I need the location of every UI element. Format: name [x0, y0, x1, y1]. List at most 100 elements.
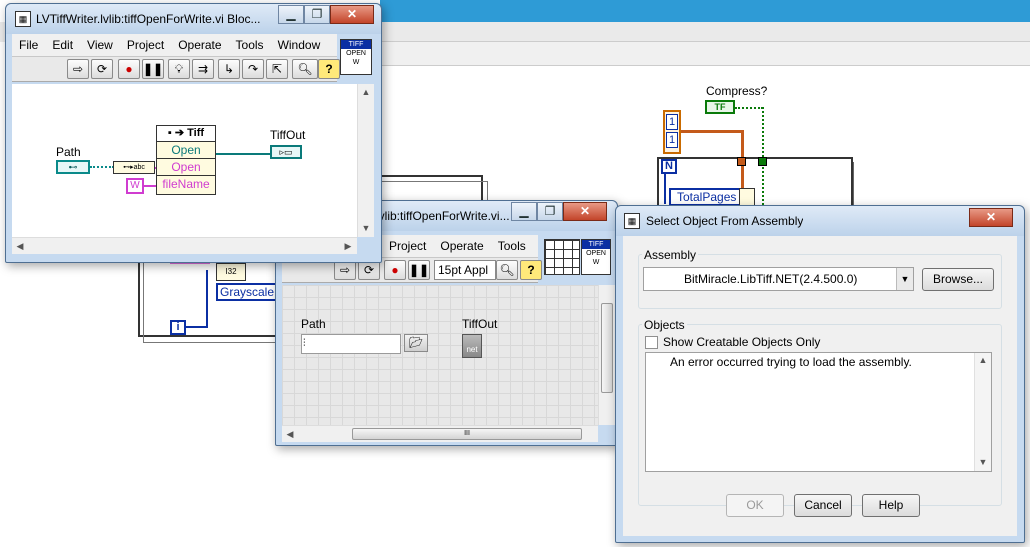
cancel-button[interactable]: Cancel — [794, 494, 852, 517]
hscroll-left-arrow-icon[interactable]: ◀ — [282, 429, 298, 440]
step-over-icon[interactable]: ↷ — [242, 59, 264, 79]
tree-up-arrow-icon[interactable]: ▲ — [975, 355, 991, 365]
hscroll-left-arrow-icon[interactable]: ◀ — [12, 241, 28, 252]
hscroll-right-arrow-icon[interactable]: ▶ — [340, 241, 356, 252]
font-selector[interactable]: 15pt Appl — [434, 260, 496, 280]
bool-constant[interactable]: TF — [705, 100, 735, 114]
objects-tree[interactable]: An error occurred trying to load the ass… — [645, 352, 992, 472]
menu-window[interactable]: Window — [271, 38, 328, 52]
chevron-down-icon[interactable]: ▼ — [896, 268, 913, 290]
block-diagram-close-button[interactable]: ✕ — [330, 5, 374, 24]
dialog-title: Select Object From Assembly — [646, 214, 804, 228]
background-window-toolbar — [380, 42, 1030, 66]
param-filename[interactable]: fileName — [157, 176, 215, 193]
help-icon[interactable]: ? — [318, 59, 340, 79]
numeric-constant-2[interactable]: 1 — [666, 132, 678, 148]
help-icon[interactable]: ? — [520, 260, 542, 280]
help-button[interactable]: Help — [862, 494, 920, 517]
front-panel-maximize-button[interactable]: ❐ — [537, 202, 563, 221]
assembly-combo[interactable]: BitMiracle.LibTiff.NET(2.4.500.0) ▼ — [643, 267, 914, 291]
loop-count-terminal[interactable]: N — [661, 159, 677, 174]
pause-icon[interactable]: ❚❚ — [142, 59, 164, 79]
menu-tools[interactable]: Tools — [491, 239, 533, 253]
path-control-label: Path — [301, 317, 326, 331]
net-refnum-indicator[interactable]: net — [462, 334, 482, 358]
menu-operate[interactable]: Operate — [171, 38, 228, 52]
loop-tunnel-green — [758, 157, 767, 166]
compress-label: Compress? — [706, 84, 768, 98]
tiff-ref-wire — [216, 153, 270, 155]
menu-project[interactable]: Project — [382, 239, 433, 253]
block-diagram-minimize-button[interactable]: ▁ — [278, 5, 304, 24]
select-object-dialog: ▦ Select Object From Assembly ✕ Assembly… — [615, 205, 1025, 543]
highlight-execution-icon[interactable]: 💡︎ — [168, 59, 190, 79]
hscroll-thumb[interactable]: III — [352, 428, 582, 440]
front-panel-minimize-button[interactable]: ▁ — [511, 202, 537, 221]
small-node-icon: I32 — [216, 263, 246, 281]
show-creatable-checkbox[interactable] — [645, 336, 658, 349]
show-creatable-label[interactable]: Show Creatable Objects Only — [663, 335, 820, 349]
retain-wire-values-icon[interactable]: ⇉ — [192, 59, 214, 79]
front-panel-connector-pane — [544, 239, 580, 275]
orange-wire-h — [681, 130, 743, 133]
block-diagram-menubar: File Edit View Project Operate Tools Win… — [12, 34, 337, 56]
method-open-output[interactable]: Open — [157, 142, 215, 159]
dialog-close-button[interactable]: ✕ — [969, 208, 1013, 227]
run-arrow-icon[interactable]: ⇨ — [334, 260, 356, 280]
menu-tools[interactable]: Tools — [229, 38, 271, 52]
numeric-constant-1[interactable]: 1 — [666, 114, 678, 130]
block-diagram-vi-icon: TIFF OPEN W — [340, 39, 372, 75]
block-diagram-canvas: Path ⊷ ⊷▸abc W ▪ ➔ Tiff Open Open fileNa… — [12, 84, 357, 237]
bd-vi-icon-line1: TIFF — [341, 40, 371, 49]
front-panel-hscroll[interactable]: ◀ III — [282, 425, 598, 442]
error-message: An error occurred trying to load the ass… — [670, 355, 912, 369]
assembly-label: Assembly — [642, 248, 699, 262]
browse-button[interactable]: Browse... — [922, 268, 994, 291]
pause-icon[interactable]: ❚❚ — [408, 260, 430, 280]
run-continuously-icon[interactable]: ⟳ — [358, 260, 380, 280]
path-terminal[interactable]: ⊷ — [56, 160, 90, 174]
invoke-node[interactable]: ▪ ➔ Tiff Open Open fileName — [156, 125, 216, 195]
front-panel-title: lvlib:tiffOpenForWrite.vi... — [376, 209, 510, 223]
w-constant[interactable]: W — [126, 178, 144, 194]
search-icon[interactable]: 🔍︎ — [292, 59, 318, 79]
front-panel-vscroll[interactable] — [598, 285, 615, 425]
objects-label: Objects — [642, 318, 687, 332]
objects-tree-vscroll[interactable]: ▲ ▼ — [974, 353, 991, 471]
dialog-window-icon: ▦ — [624, 213, 640, 229]
step-out-icon[interactable]: ⇱ — [266, 59, 288, 79]
block-diagram-maximize-button[interactable]: ❐ — [304, 5, 330, 24]
menu-project[interactable]: Project — [120, 38, 171, 52]
tiffout-indicator-label: TiffOut — [462, 317, 498, 331]
abort-icon[interactable]: ● — [384, 260, 406, 280]
browse-folder-icon[interactable]: 📂︎ — [404, 334, 428, 352]
tiffout-terminal[interactable]: ▹▭ — [270, 145, 302, 159]
tree-down-arrow-icon[interactable]: ▼ — [975, 457, 991, 467]
front-panel-close-button[interactable]: ✕ — [563, 202, 607, 221]
menu-operate[interactable]: Operate — [433, 239, 490, 253]
menu-view[interactable]: View — [80, 38, 120, 52]
vi-icon-line2: OPEN — [586, 250, 606, 257]
grayscale-label: Grayscale ( — [220, 285, 282, 299]
vscroll-down-arrow-icon[interactable]: ▼ — [358, 223, 374, 233]
unbundle-node — [739, 188, 755, 206]
abort-icon[interactable]: ● — [118, 59, 140, 79]
menu-edit[interactable]: Edit — [45, 38, 80, 52]
run-arrow-icon[interactable]: ⇨ — [67, 59, 89, 79]
path-wire — [90, 166, 114, 169]
path-glyph-icon: ⫶ — [303, 338, 306, 349]
path-control[interactable] — [301, 334, 401, 354]
block-diagram-vscroll[interactable]: ▲ ▼ — [357, 84, 374, 237]
run-continuously-icon[interactable]: ⟳ — [91, 59, 113, 79]
ok-button[interactable]: OK — [726, 494, 784, 517]
vscroll-up-arrow-icon[interactable]: ▲ — [358, 87, 374, 97]
vscroll-thumb[interactable] — [601, 303, 613, 393]
step-into-icon[interactable]: ↳ — [218, 59, 240, 79]
search-icon[interactable]: 🔍︎ — [496, 260, 518, 280]
block-diagram-window: ▦ LVTiffWriter.lvlib:tiffOpenForWrite.vi… — [5, 3, 382, 263]
block-diagram-hscroll[interactable]: ◀ ▶ — [12, 237, 357, 254]
iteration-terminal[interactable]: i — [170, 320, 186, 335]
method-open-input[interactable]: Open — [157, 159, 215, 176]
menu-file[interactable]: File — [12, 38, 45, 52]
to-net-path-node[interactable]: ⊷▸abc — [113, 161, 155, 174]
